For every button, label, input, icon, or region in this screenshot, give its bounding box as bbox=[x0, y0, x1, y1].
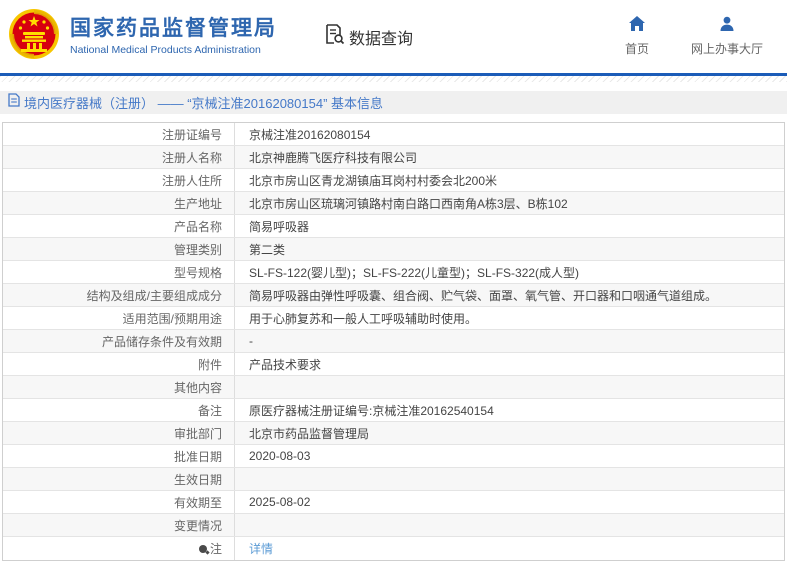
row-label-text: 注册证编号 bbox=[162, 126, 222, 143]
agency-brand: 国家药品监督管理局 National Medical Products Admi… bbox=[8, 8, 277, 65]
row-label-text: 产品名称 bbox=[174, 218, 222, 235]
row-value: 北京市药品监督管理局 bbox=[235, 422, 784, 444]
row-value: 用于心肺复苏和一般人工呼吸辅助时使用。 bbox=[235, 307, 784, 329]
page-title: 境内医疗器械（注册） —— “京械注准20162080154” 基本信息 bbox=[24, 93, 383, 112]
table-row: 注 详情 bbox=[3, 537, 784, 560]
table-row: 附件产品技术要求 bbox=[3, 353, 784, 376]
row-label-text: 结构及组成/主要组成成分 bbox=[87, 287, 222, 304]
site-header: 国家药品监督管理局 National Medical Products Admi… bbox=[0, 0, 787, 73]
row-value: 简易呼吸器由弹性呼吸囊、组合阀、贮气袋、面罩、氧气管、开口器和口咽通气道组成。 bbox=[235, 284, 784, 306]
nav-online-hall[interactable]: 网上办事大厅 bbox=[691, 16, 763, 57]
nav-online-hall-label: 网上办事大厅 bbox=[691, 40, 763, 57]
table-row: 审批部门北京市药品监督管理局 bbox=[3, 422, 784, 445]
home-icon bbox=[628, 16, 646, 37]
row-label-text: 适用范围/预期用途 bbox=[123, 310, 222, 327]
row-label-text: 批准日期 bbox=[174, 448, 222, 465]
row-label-text: 生产地址 bbox=[174, 195, 222, 212]
row-value bbox=[235, 514, 784, 536]
data-query-label: 数据查询 bbox=[349, 25, 413, 49]
agency-title: 国家药品监督管理局 National Medical Products Admi… bbox=[70, 17, 277, 55]
row-value bbox=[235, 468, 784, 490]
table-row: 其他内容 bbox=[3, 376, 784, 399]
header-hatch-strip bbox=[0, 76, 787, 82]
row-label-text: 备注 bbox=[198, 402, 222, 419]
table-row: 注册人住所北京市房山区青龙湖镇庙耳岗村村委会北200米 bbox=[3, 169, 784, 192]
row-label-text: 生效日期 bbox=[174, 471, 222, 488]
row-label: 结构及组成/主要组成成分 bbox=[3, 284, 235, 306]
row-label: 产品储存条件及有效期 bbox=[3, 330, 235, 352]
row-label: 注 bbox=[3, 537, 235, 560]
row-label-text: 附件 bbox=[198, 356, 222, 373]
nav-home-label: 首页 bbox=[625, 40, 649, 57]
row-value: SL-FS-122(婴儿型)；SL-FS-222(儿童型)；SL-FS-322(… bbox=[235, 261, 784, 283]
row-label: 注册人住所 bbox=[3, 169, 235, 191]
row-label-text: 注册人名称 bbox=[162, 149, 222, 166]
info-table: 注册证编号京械注准20162080154注册人名称北京神鹿腾飞医疗科技有限公司注… bbox=[2, 122, 785, 561]
row-value: 北京神鹿腾飞医疗科技有限公司 bbox=[235, 146, 784, 168]
row-label-text: 型号规格 bbox=[174, 264, 222, 281]
user-icon bbox=[719, 16, 735, 37]
table-row: 产品名称简易呼吸器 bbox=[3, 215, 784, 238]
agency-name-en: National Medical Products Administration bbox=[70, 44, 277, 56]
row-label: 备注 bbox=[3, 399, 235, 421]
row-value: 北京市房山区琉璃河镇路村南白路口西南角A栋3层、B栋102 bbox=[235, 192, 784, 214]
row-label-text: 注册人住所 bbox=[162, 172, 222, 189]
table-row: 结构及组成/主要组成成分简易呼吸器由弹性呼吸囊、组合阀、贮气袋、面罩、氧气管、开… bbox=[3, 284, 784, 307]
table-row: 产品储存条件及有效期- bbox=[3, 330, 784, 353]
page-title-bar: 境内医疗器械（注册） —— “京械注准20162080154” 基本信息 bbox=[0, 91, 787, 114]
table-row: 批准日期 2020-08-03 bbox=[3, 445, 784, 468]
row-label: 生产地址 bbox=[3, 192, 235, 214]
row-label: 产品名称 bbox=[3, 215, 235, 237]
detail-link[interactable]: 详情 bbox=[249, 540, 273, 557]
table-row: 变更情况 bbox=[3, 514, 784, 537]
data-query-button[interactable]: 数据查询 bbox=[323, 23, 413, 50]
document-search-icon bbox=[323, 23, 349, 50]
row-label-text: 注 bbox=[210, 540, 222, 557]
row-label: 管理类别 bbox=[3, 238, 235, 260]
row-value: 产品技术要求 bbox=[235, 353, 784, 375]
table-row: 管理类别第二类 bbox=[3, 238, 784, 261]
row-label: 注册人名称 bbox=[3, 146, 235, 168]
table-row: 注册人名称北京神鹿腾飞医疗科技有限公司 bbox=[3, 146, 784, 169]
row-label: 附件 bbox=[3, 353, 235, 375]
table-row: 适用范围/预期用途用于心肺复苏和一般人工呼吸辅助时使用。 bbox=[3, 307, 784, 330]
table-row: 生产地址北京市房山区琉璃河镇路村南白路口西南角A栋3层、B栋102 bbox=[3, 192, 784, 215]
note-icon bbox=[199, 545, 207, 553]
row-label: 审批部门 bbox=[3, 422, 235, 444]
row-label: 型号规格 bbox=[3, 261, 235, 283]
row-label: 生效日期 bbox=[3, 468, 235, 490]
row-label: 适用范围/预期用途 bbox=[3, 307, 235, 329]
table-row: 注册证编号京械注准20162080154 bbox=[3, 123, 784, 146]
table-row: 生效日期 bbox=[3, 468, 784, 491]
table-row: 有效期至 2025-08-02 bbox=[3, 491, 784, 514]
row-value: 简易呼吸器 bbox=[235, 215, 784, 237]
row-label-text: 有效期至 bbox=[174, 494, 222, 511]
nav-home[interactable]: 首页 bbox=[617, 16, 657, 57]
row-value: 京械注准20162080154 bbox=[235, 123, 784, 145]
row-value: 原医疗器械注册证编号:京械注准20162540154 bbox=[235, 399, 784, 421]
agency-name-cn: 国家药品监督管理局 bbox=[70, 17, 277, 41]
row-label-text: 变更情况 bbox=[174, 517, 222, 534]
row-label: 变更情况 bbox=[3, 514, 235, 536]
row-label-text: 产品储存条件及有效期 bbox=[102, 333, 222, 350]
national-emblem-icon bbox=[8, 8, 60, 65]
row-label: 有效期至 bbox=[3, 491, 235, 513]
row-label: 注册证编号 bbox=[3, 123, 235, 145]
row-value: 2025-08-02 bbox=[235, 491, 784, 513]
table-row: 型号规格 SL-FS-122(婴儿型)；SL-FS-222(儿童型)；SL-FS-… bbox=[3, 261, 784, 284]
row-value: 2020-08-03 bbox=[235, 445, 784, 467]
table-row: 备注原医疗器械注册证编号:京械注准20162540154 bbox=[3, 399, 784, 422]
top-nav: 首页 网上办事大厅 bbox=[617, 16, 763, 57]
document-icon bbox=[8, 93, 24, 112]
row-label-text: 其他内容 bbox=[174, 379, 222, 396]
row-label-text: 审批部门 bbox=[174, 425, 222, 442]
row-label: 批准日期 bbox=[3, 445, 235, 467]
row-value: - bbox=[235, 330, 784, 352]
row-value: 第二类 bbox=[235, 238, 784, 260]
row-label-text: 管理类别 bbox=[174, 241, 222, 258]
row-value: 详情 bbox=[235, 537, 784, 560]
row-value bbox=[235, 376, 784, 398]
row-value: 北京市房山区青龙湖镇庙耳岗村村委会北200米 bbox=[235, 169, 784, 191]
row-label: 其他内容 bbox=[3, 376, 235, 398]
